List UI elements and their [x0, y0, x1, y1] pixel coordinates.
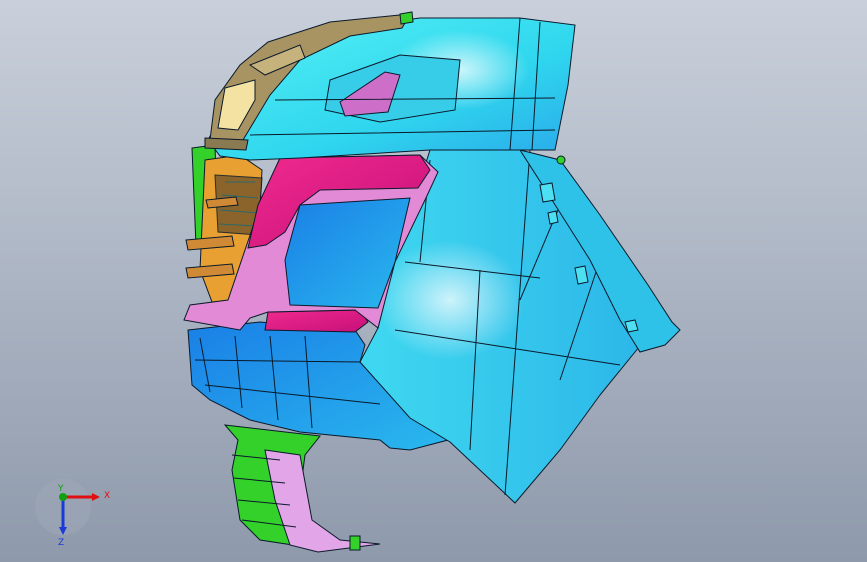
cad-scene[interactable]: X Y Z — [0, 0, 867, 562]
y-axis-label: Y — [57, 484, 64, 494]
x-axis-label: X — [104, 491, 110, 501]
lower-pocket[interactable] — [264, 309, 369, 333]
y-axis-dot-icon — [59, 493, 67, 501]
3d-viewport[interactable]: X Y Z — [0, 0, 867, 562]
z-axis-label: Z — [58, 538, 64, 548]
mount-clip[interactable] — [556, 155, 566, 165]
top-clip[interactable] — [399, 11, 414, 25]
